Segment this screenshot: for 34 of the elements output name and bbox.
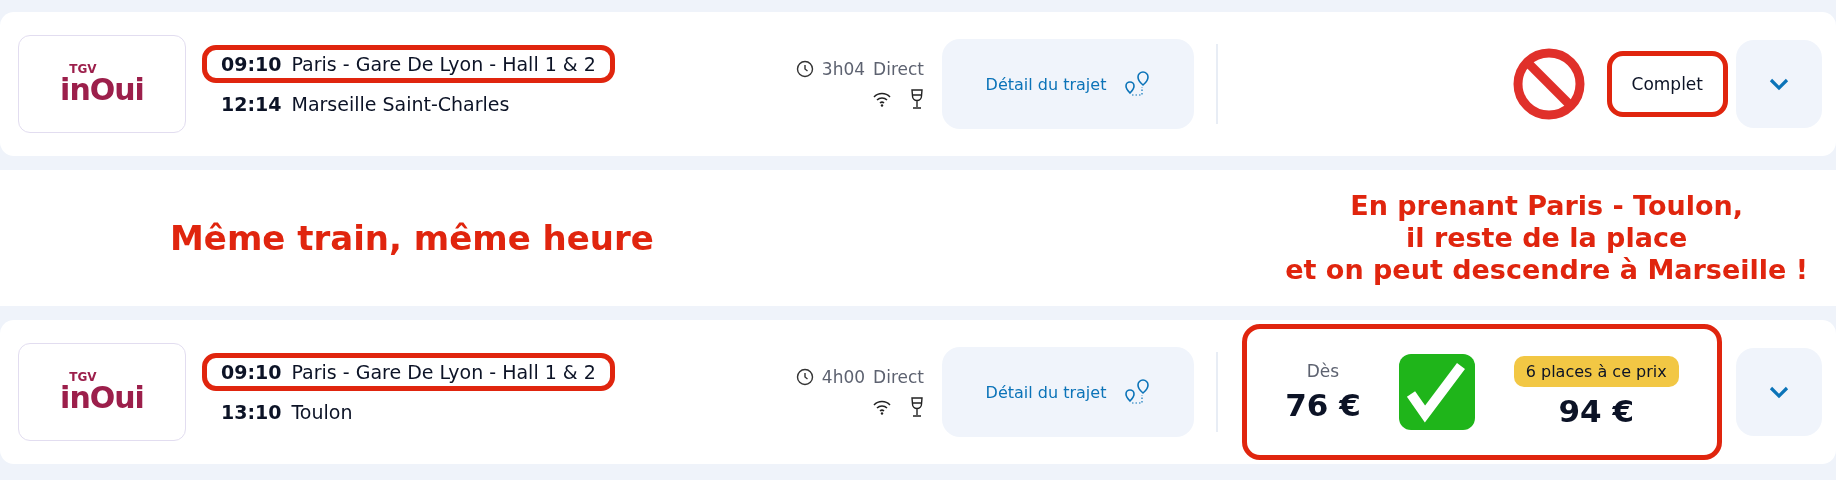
expand-button[interactable] [1736, 40, 1822, 128]
check-mark-icon [1397, 352, 1478, 432]
duration: 4h00 [821, 367, 866, 387]
wifi-icon [872, 91, 892, 107]
departure-line: 09:10 Paris - Gare De Lyon - Hall 1 & 2 [202, 45, 615, 83]
chevron-down-icon [1768, 385, 1790, 399]
chevron-down-icon [1768, 77, 1790, 91]
expand-button[interactable] [1736, 348, 1822, 436]
duration: 3h04 [821, 59, 866, 79]
annotation-text: Même train, même heure [170, 218, 655, 258]
map-pins-icon [1124, 70, 1151, 98]
map-pins-icon [1124, 378, 1151, 406]
wifi-icon [872, 399, 892, 415]
price: 76 € [1285, 387, 1361, 423]
trip-detail-button[interactable]: Détail du trajet [942, 347, 1194, 437]
price-panel[interactable]: Dès 76 € 6 places à ce prix 94 € [1242, 324, 1722, 460]
prohibited-icon [1512, 48, 1585, 120]
arrival-line: 13:10 Toulon [220, 400, 354, 425]
brand-logo: TGV inOui [18, 35, 186, 133]
wine-glass-icon [910, 89, 924, 109]
wine-glass-icon [910, 397, 924, 417]
annotation-text: En prenant Paris - Toulon, il reste de la place et on peut descendre à Marseille ! [1285, 190, 1808, 286]
departure-line: 09:10 Paris - Gare De Lyon - Hall 1 & 2 [202, 353, 615, 391]
connection-type: Direct [873, 59, 924, 79]
status-label: Complet [1606, 51, 1728, 117]
connection-type: Direct [873, 367, 924, 387]
seats-badge: 6 places à ce prix [1513, 355, 1679, 387]
clock-icon [795, 60, 814, 78]
price: 94 € [1558, 392, 1634, 429]
trip-detail-button[interactable]: Détail du trajet [942, 39, 1194, 129]
brand-logo: TGV inOui [18, 343, 186, 441]
arrival-line: 12:14 Marseille Saint-Charles [220, 92, 511, 117]
clock-icon [795, 368, 814, 386]
from-label: Dès [1306, 361, 1340, 381]
